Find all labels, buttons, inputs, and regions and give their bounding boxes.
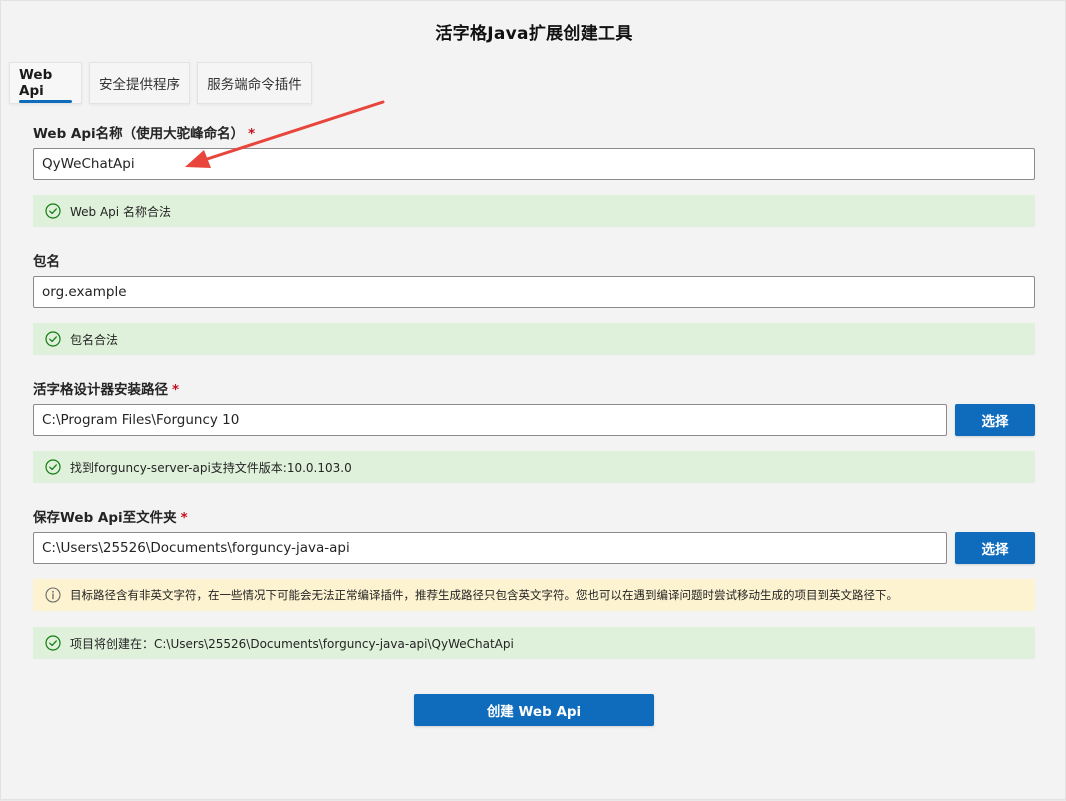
check-circle-icon [45,635,61,651]
app-window: 活字格Java扩展创建工具 Web Api 安全提供程序 服务端命令插件 Web… [0,0,1066,800]
required-mark: * [180,510,188,526]
save-folder-label: 保存Web Api至文件夹 * [33,506,188,526]
install-path-browse-button[interactable]: 选择 [955,404,1035,436]
api-name-validation-text: Web Api 名称合法 [70,204,171,219]
tab-server-command-plugin[interactable]: 服务端命令插件 [197,62,312,104]
package-validation-text: 包名合法 [70,332,119,347]
app-title: 活字格Java扩展创建工具 [435,24,633,44]
package-input[interactable] [33,276,1035,308]
api-name-label: Web Api名称（使用大驼峰命名） * [33,122,255,142]
install-path-validation-text: 找到forguncy-server-api支持文件版本:10.0.103.0 [70,460,352,475]
save-folder-input[interactable] [33,532,947,564]
api-name-validation: Web Api 名称合法 [33,195,1035,227]
tab-security-provider[interactable]: 安全提供程序 [89,62,190,104]
create-web-api-button[interactable]: 创建 Web Api [414,694,654,726]
install-path-label-text: 活字格设计器安装路径 [33,382,168,398]
save-folder-label-text: 保存Web Api至文件夹 [33,510,177,526]
package-validation: 包名合法 [33,323,1035,355]
project-path-result-text: 项目将创建在：C:\Users\25526\Documents\forguncy… [70,636,514,651]
project-path-result: 项目将创建在：C:\Users\25526\Documents\forguncy… [33,627,1035,659]
check-circle-icon [45,203,61,219]
tab-web-api[interactable]: Web Api [9,62,82,104]
api-name-label-text: Web Api名称（使用大驼峰命名） [33,126,245,142]
check-circle-icon [45,459,61,475]
api-name-input[interactable] [33,148,1035,180]
save-folder-browse-button[interactable]: 选择 [955,532,1035,564]
annotation-arrow-icon [185,100,385,168]
save-folder-warning: 目标路径含有非英文字符，在一些情况下可能会无法正常编译插件，推荐生成路径只包含英… [33,579,1035,611]
package-label-text: 包名 [33,254,60,270]
save-folder-warning-text: 目标路径含有非英文字符，在一些情况下可能会无法正常编译插件，推荐生成路径只包含英… [70,588,898,602]
info-circle-icon [45,587,61,603]
install-path-validation: 找到forguncy-server-api支持文件版本:10.0.103.0 [33,451,1035,483]
tab-bar: Web Api 安全提供程序 服务端命令插件 [9,62,312,104]
install-path-input[interactable] [33,404,947,436]
required-mark: * [172,382,180,398]
package-label: 包名 [33,250,60,270]
install-path-label: 活字格设计器安装路径 * [33,378,179,398]
required-mark: * [248,126,256,142]
check-circle-icon [45,331,61,347]
